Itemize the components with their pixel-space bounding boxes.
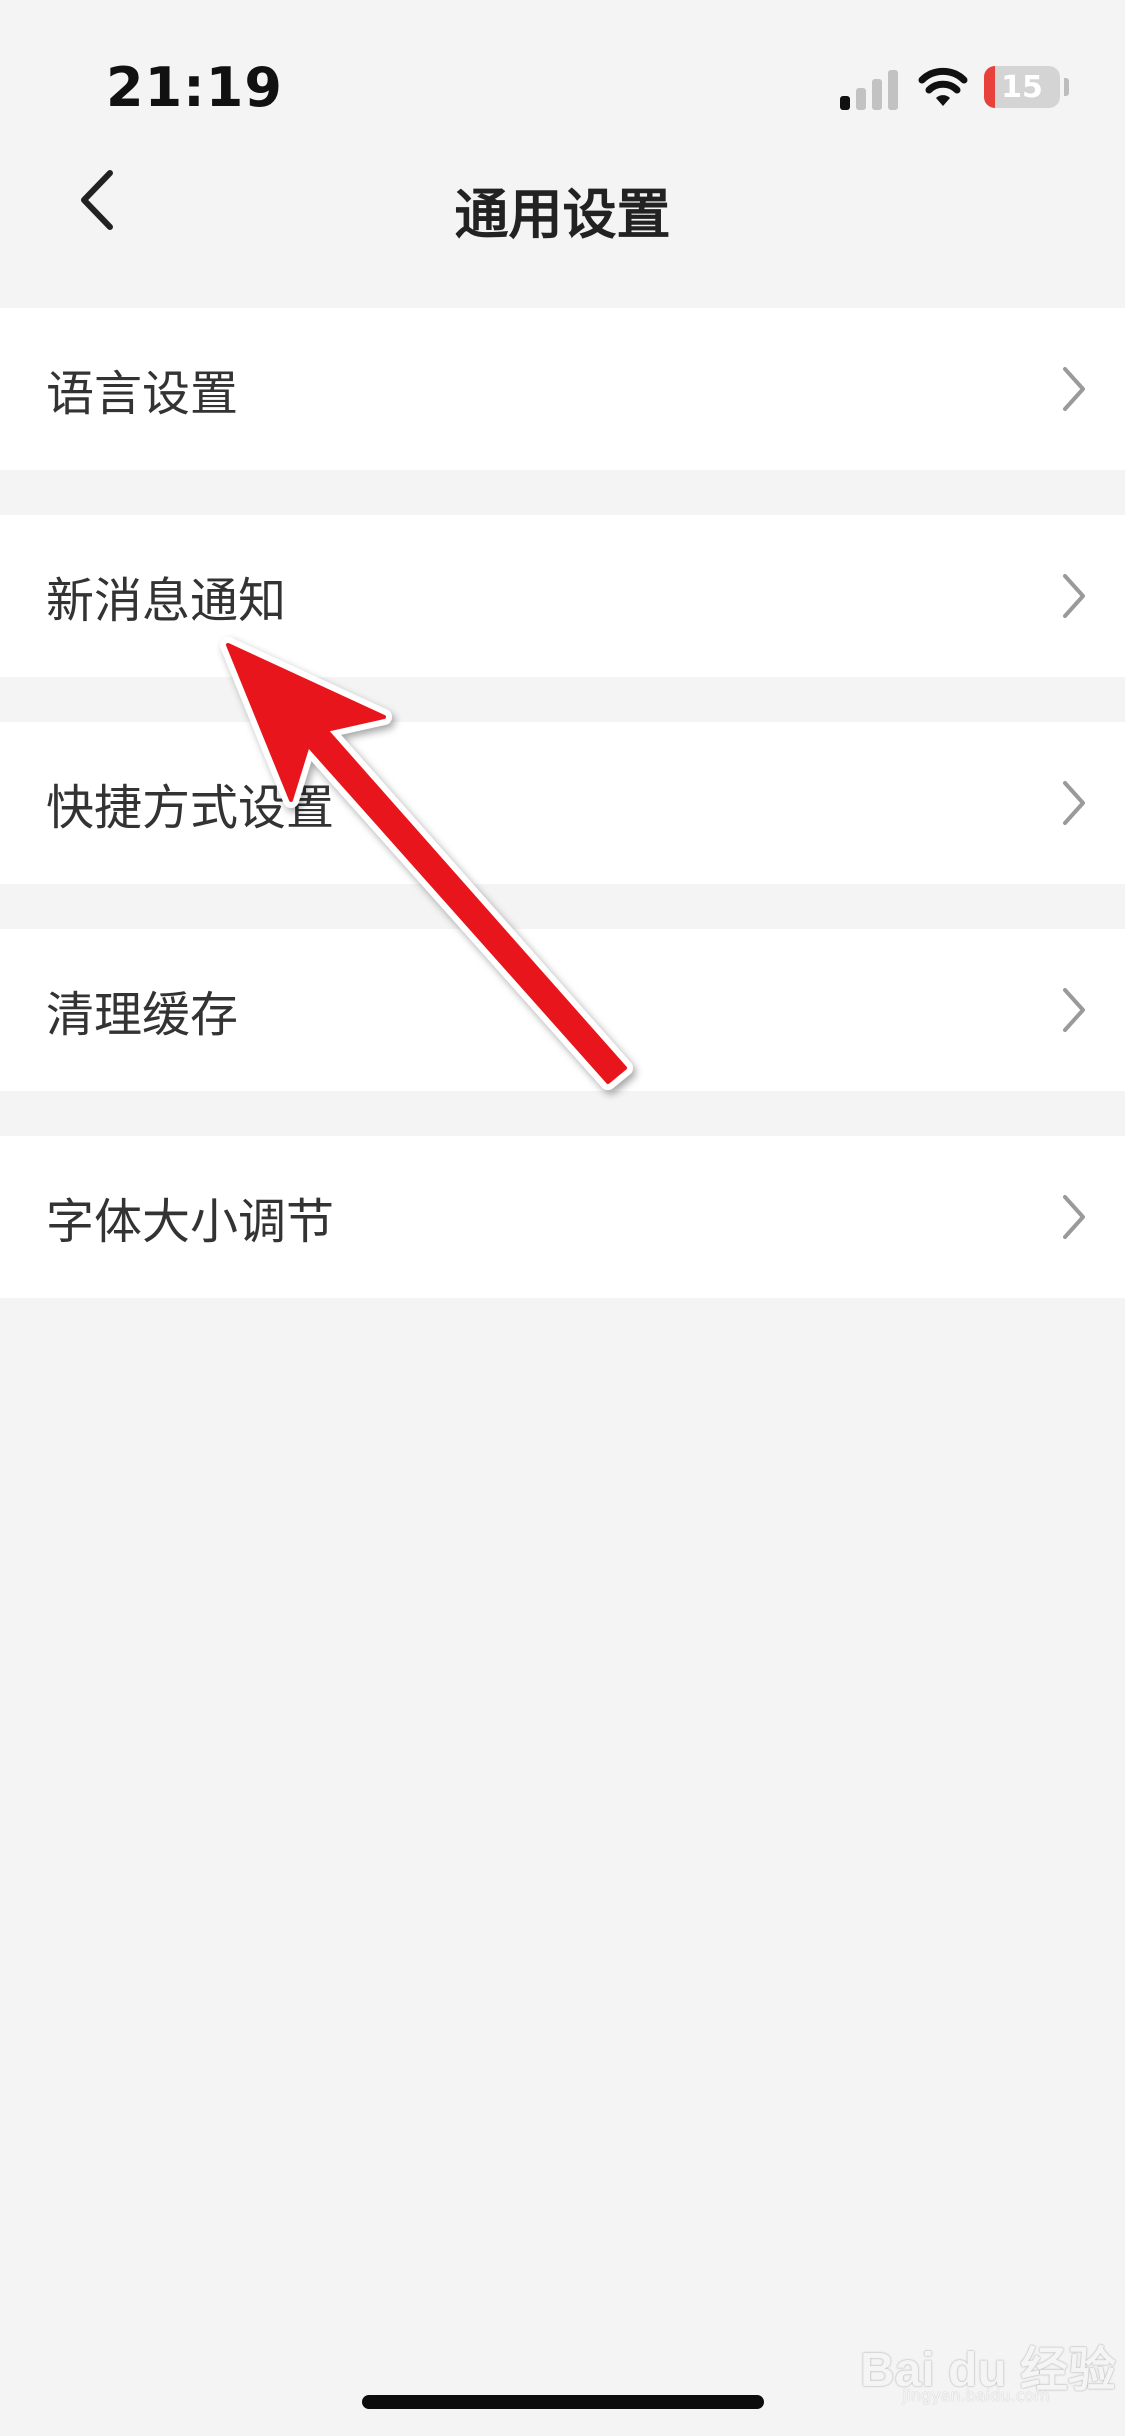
status-bar: 21:19 15	[0, 0, 1125, 170]
status-time: 21:19	[106, 56, 283, 119]
chevron-right-icon	[1063, 1195, 1085, 1239]
settings-item-notifications[interactable]: 新消息通知	[0, 515, 1125, 677]
battery-icon: 15	[984, 66, 1060, 108]
wifi-icon	[918, 67, 968, 106]
settings-item-shortcuts[interactable]: 快捷方式设置	[0, 722, 1125, 884]
chevron-right-icon	[1063, 988, 1085, 1032]
settings-item-label: 字体大小调节	[46, 1194, 335, 1250]
watermark-url: jingyan.baidu.com	[902, 2386, 1050, 2405]
chevron-right-icon	[1063, 574, 1085, 618]
home-indicator[interactable]	[362, 2395, 764, 2409]
navigation-bar: 通用设置	[0, 150, 1125, 250]
chevron-right-icon	[1063, 781, 1085, 825]
settings-item-label: 新消息通知	[46, 573, 287, 629]
settings-item-label: 语言设置	[46, 366, 239, 422]
chevron-right-icon	[1063, 367, 1085, 411]
settings-item-label: 清理缓存	[46, 987, 239, 1043]
signal-icon	[840, 70, 898, 110]
settings-item-language[interactable]: 语言设置	[0, 308, 1125, 470]
settings-item-label: 快捷方式设置	[46, 780, 335, 836]
battery-nub	[1064, 78, 1069, 96]
battery-percentage: 15	[1001, 69, 1043, 105]
settings-item-clear-cache[interactable]: 清理缓存	[0, 929, 1125, 1091]
page-title: 通用设置	[454, 183, 671, 246]
settings-item-font-size[interactable]: 字体大小调节	[0, 1136, 1125, 1298]
settings-list: 语言设置 新消息通知 快捷方式设置 清理缓存 字体大小调节	[0, 308, 1125, 1343]
